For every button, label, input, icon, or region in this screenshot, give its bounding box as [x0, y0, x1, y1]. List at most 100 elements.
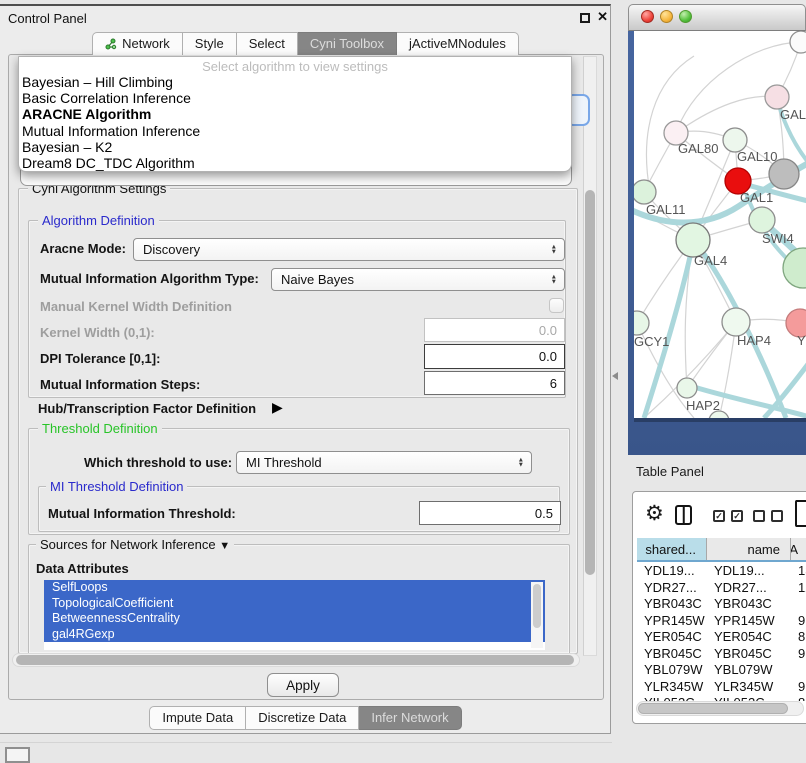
- mi-threshold-group-title: MI Threshold Definition: [46, 479, 187, 494]
- network-node-hap4[interactable]: [722, 308, 750, 336]
- window-zoom-button[interactable]: [679, 10, 692, 23]
- table-cell[interactable]: YLR345W: [707, 679, 791, 696]
- table-row[interactable]: YER054CYER054C8.: [637, 629, 806, 646]
- settings-vertical-scrollbar-thumb[interactable]: [585, 190, 595, 575]
- table-cell[interactable]: YBL079W: [637, 662, 707, 679]
- table-cell[interactable]: YER054C: [707, 629, 791, 646]
- pane-divider-arrow-icon[interactable]: [612, 372, 618, 380]
- sources-group-title[interactable]: Sources for Network Inference ▼: [36, 537, 234, 552]
- algorithm-option[interactable]: Mutual Information Inference: [19, 123, 571, 139]
- tab-discretize-data[interactable]: Discretize Data: [246, 706, 359, 730]
- table-cell[interactable]: [791, 662, 806, 679]
- table-cell[interactable]: YBR043C: [637, 596, 707, 613]
- select-all-checkbox-icon[interactable]: ✓: [731, 510, 743, 522]
- window-minimize-button[interactable]: [660, 10, 673, 23]
- table-cell[interactable]: YPR145W: [637, 613, 707, 630]
- tab-jactivemnodules[interactable]: jActiveMNodules: [397, 32, 519, 55]
- sources-collapse-arrow-icon[interactable]: ▼: [219, 540, 230, 552]
- table-row[interactable]: YBR043CYBR043C: [637, 596, 806, 613]
- mi-threshold-field[interactable]: 0.5: [419, 501, 561, 525]
- network-node-gal11[interactable]: [634, 180, 656, 204]
- data-attributes-list[interactable]: SelfLoopsTopologicalCoefficientBetweenne…: [44, 580, 545, 650]
- table-cell[interactable]: YDR27...: [707, 580, 791, 597]
- table-cell[interactable]: 8.: [791, 629, 806, 646]
- table-cell[interactable]: 12: [791, 580, 806, 597]
- window-close-button[interactable]: [641, 10, 654, 23]
- mi-steps-field[interactable]: 6: [424, 371, 565, 395]
- table-row[interactable]: YLR345WYLR345W9.: [637, 679, 806, 696]
- table-column-header[interactable]: shared...: [637, 538, 707, 560]
- table-cell[interactable]: YBR045C: [637, 646, 707, 663]
- table-horizontal-scrollbar-thumb[interactable]: [638, 703, 788, 714]
- algorithm-option[interactable]: Bayesian – Hill Climbing: [19, 74, 571, 90]
- which-threshold-combo[interactable]: MI Threshold ▲▼: [236, 451, 532, 474]
- attribute-list-item[interactable]: gal4RGexp: [44, 627, 545, 643]
- document-icon[interactable]: [795, 500, 806, 527]
- network-view-canvas[interactable]: GALGAL80GAL10GAL1GAL11SWI4GAL4GCY1HAP4YH…: [634, 31, 806, 418]
- table-cell[interactable]: [791, 596, 806, 613]
- attribute-list-item[interactable]: TopologicalCoefficient: [44, 596, 545, 612]
- dpi-tolerance-field[interactable]: 0.0: [424, 344, 565, 369]
- tab-network[interactable]: Network: [92, 32, 183, 55]
- table-row[interactable]: YDR27...YDR27...12: [637, 580, 806, 597]
- algorithm-option[interactable]: ARACNE Algorithm: [19, 106, 571, 122]
- deselect-all-checkbox-icon[interactable]: [771, 510, 783, 522]
- kernel-width-field[interactable]: 0.0: [424, 318, 565, 342]
- aracne-mode-combo[interactable]: Discovery ▲▼: [133, 238, 565, 261]
- table-cell[interactable]: 9.: [791, 679, 806, 696]
- network-node[interactable]: [783, 248, 806, 288]
- network-node[interactable]: [790, 31, 806, 53]
- network-graph: GALGAL80GAL10GAL1GAL11SWI4GAL4GCY1HAP4YH…: [634, 31, 806, 418]
- table-cell[interactable]: 13: [791, 563, 806, 580]
- manual-kernel-checkbox[interactable]: [549, 298, 564, 313]
- attribute-list-item[interactable]: BetweennessCentrality: [44, 611, 545, 627]
- table-cell[interactable]: YBL079W: [707, 662, 791, 679]
- select-all-checkbox-icon[interactable]: ✓: [713, 510, 725, 522]
- table-cell[interactable]: YBR045C: [707, 646, 791, 663]
- tab-select[interactable]: Select: [237, 32, 298, 55]
- network-node-gcy1[interactable]: [634, 311, 649, 335]
- close-panel-icon[interactable]: ✕: [597, 9, 608, 25]
- algorithm-option[interactable]: Dream8 DC_TDC Algorithm: [19, 155, 571, 171]
- mi-type-combo[interactable]: Naive Bayes ▲▼: [271, 268, 565, 291]
- tab-impute-data[interactable]: Impute Data: [149, 706, 246, 730]
- table-cell[interactable]: YDL19...: [637, 563, 707, 580]
- network-node-swi4[interactable]: [749, 207, 775, 233]
- hub-expand-arrow-icon[interactable]: ▶: [272, 399, 283, 416]
- table-cell[interactable]: YPR145W: [707, 613, 791, 630]
- table-cell[interactable]: YLR345W: [637, 679, 707, 696]
- table-cell[interactable]: YDR27...: [637, 580, 707, 597]
- algorithm-option[interactable]: Basic Correlation Inference: [19, 90, 571, 106]
- table-row[interactable]: YDL19...YDL19...13: [637, 563, 806, 580]
- network-node-hap2[interactable]: [677, 378, 697, 398]
- tab-style[interactable]: Style: [183, 32, 237, 55]
- tab-cyni-toolbox[interactable]: Cyni Toolbox: [298, 32, 397, 55]
- apply-button[interactable]: Apply: [267, 673, 339, 697]
- table-cell[interactable]: YDL19...: [707, 563, 791, 580]
- algorithm-option[interactable]: Bayesian – K2: [19, 139, 571, 155]
- network-node-gal4[interactable]: [676, 223, 710, 257]
- table-cell[interactable]: YER054C: [637, 629, 707, 646]
- tab-infer-network[interactable]: Infer Network: [359, 706, 461, 730]
- hub-definition-label[interactable]: Hub/Transcription Factor Definition: [38, 401, 256, 416]
- network-node-gal[interactable]: [765, 85, 789, 109]
- attr-list-scrollbar-thumb[interactable]: [533, 584, 541, 628]
- table-column-header[interactable]: A: [791, 538, 806, 560]
- attribute-list-item[interactable]: SelfLoops: [44, 580, 545, 596]
- dpi-tolerance-label: DPI Tolerance [0,1]:: [40, 351, 160, 366]
- network-edge[interactable]: [676, 96, 777, 133]
- table-cell[interactable]: 9.: [791, 646, 806, 663]
- table-row[interactable]: YPR145WYPR145W9.: [637, 613, 806, 630]
- network-window-titlebar[interactable]: [628, 4, 806, 31]
- table-row[interactable]: YBL079WYBL079W: [637, 662, 806, 679]
- table-cell[interactable]: 9.: [791, 613, 806, 630]
- settings-horizontal-scrollbar-thumb[interactable]: [16, 655, 574, 665]
- gear-icon[interactable]: ⚙: [645, 502, 664, 526]
- split-column-icon[interactable]: [675, 505, 692, 525]
- table-column-header[interactable]: name: [707, 538, 791, 560]
- collapsed-panel-box[interactable]: [5, 747, 30, 763]
- table-row[interactable]: YBR045CYBR045C9.: [637, 646, 806, 663]
- deselect-all-checkbox-icon[interactable]: [753, 510, 765, 522]
- table-cell[interactable]: YBR043C: [707, 596, 791, 613]
- float-window-icon[interactable]: [580, 13, 590, 23]
